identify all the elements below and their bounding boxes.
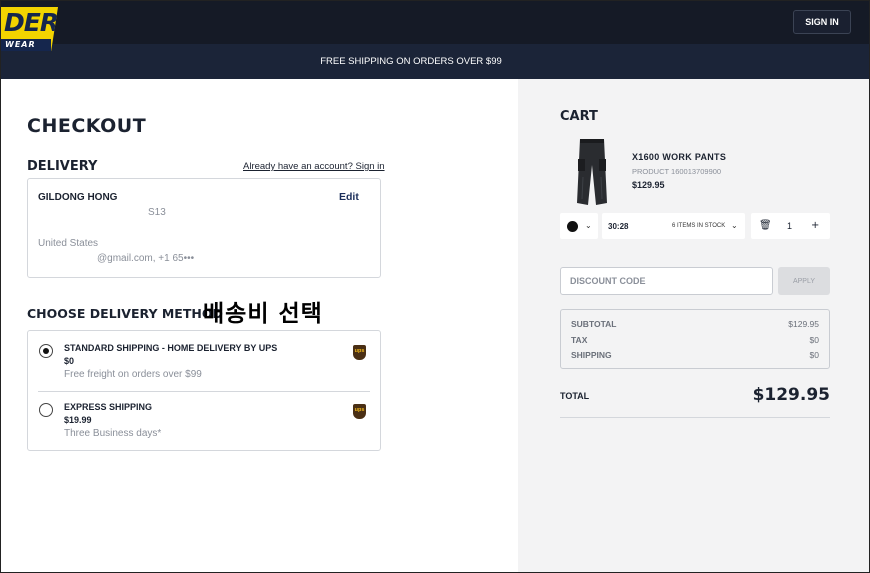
tax-label: TAX <box>571 335 588 345</box>
logo-subbar: WEAR <box>1 39 51 51</box>
address-contact: @gmail.com, +1 65••• <box>97 253 195 264</box>
option-price: $19.99 <box>64 415 92 425</box>
logo-subtext: WEAR <box>5 40 36 49</box>
cart-panel: CART X1600 WORK PANTS PRODUCT 1600137099… <box>518 79 869 572</box>
option-note: Three Business days* <box>64 428 162 439</box>
radio-unselected-icon[interactable] <box>39 403 53 417</box>
subtotal-value: $129.95 <box>788 319 819 329</box>
quantity-value: 1 <box>787 221 793 231</box>
shipping-option-express[interactable]: EXPRESS SHIPPING $19.99 Three Business d… <box>28 392 380 452</box>
product-number: PRODUCT 160013709900 <box>632 167 722 176</box>
product-name: X1600 WORK PANTS <box>632 152 727 162</box>
cart-heading: CART <box>560 109 598 124</box>
sign-in-button[interactable]: SIGN IN <box>793 10 851 34</box>
annotation-text: 배송비 선택 <box>203 301 323 327</box>
subtotal-label: SUBTOTAL <box>571 319 617 329</box>
size-value: 30:28 <box>608 222 629 231</box>
banner-text: FREE SHIPPING ON ORDERS OVER $99 <box>320 56 502 67</box>
address-name: GILDONG HONG <box>38 192 118 203</box>
top-header: SIGN IN <box>1 1 869 44</box>
shipping-value: $0 <box>809 350 819 360</box>
quantity-stepper: 🗑 1 + <box>751 213 830 239</box>
ups-icon <box>353 345 366 360</box>
order-summary: SUBTOTAL $129.95 TAX $0 SHIPPING $0 <box>560 309 830 369</box>
chevron-down-icon: ⌄ <box>731 221 738 230</box>
delivery-address-card: GILDONG HONG Edit S13 United States @gma… <box>27 178 381 278</box>
apply-discount-button[interactable]: APPLY <box>778 267 830 295</box>
brand-logo[interactable]: DER WEAR <box>1 7 58 51</box>
delivery-method-heading: CHOOSE DELIVERY METHOD <box>27 306 223 321</box>
delivery-heading: DELIVERY <box>27 159 98 174</box>
shipping-option-standard[interactable]: STANDARD SHIPPING - HOME DELIVERY BY UPS… <box>28 331 380 391</box>
black-color-swatch-icon <box>567 221 578 232</box>
logo-text: DER <box>4 8 59 37</box>
product-price: $129.95 <box>632 180 665 190</box>
option-title: STANDARD SHIPPING - HOME DELIVERY BY UPS <box>64 343 278 353</box>
discount-code-input[interactable] <box>560 267 773 295</box>
shipping-banner: FREE SHIPPING ON ORDERS OVER $99 <box>1 44 869 79</box>
option-title: EXPRESS SHIPPING <box>64 402 153 412</box>
size-select[interactable]: 30:28 6 ITEMS IN STOCK ⌄ <box>602 213 745 239</box>
radio-selected-icon[interactable] <box>39 344 53 358</box>
sign-in-link[interactable]: Already have an account? Sign in <box>243 161 385 172</box>
total-label: TOTAL <box>560 391 590 401</box>
divider <box>560 417 830 418</box>
ups-icon <box>353 404 366 419</box>
plus-icon[interactable]: + <box>811 220 819 231</box>
option-note: Free freight on orders over $99 <box>64 369 202 380</box>
page-title: CHECKOUT <box>27 115 147 137</box>
option-price: $0 <box>64 356 75 366</box>
color-select[interactable]: ⌄ <box>560 213 598 239</box>
total-value: $129.95 <box>752 385 830 405</box>
address-country: United States <box>38 238 99 249</box>
edit-address-button[interactable]: Edit <box>339 191 359 203</box>
stock-status: 6 ITEMS IN STOCK <box>672 223 726 229</box>
shipping-label: SHIPPING <box>571 350 612 360</box>
address-line: S13 <box>148 207 166 218</box>
product-image <box>577 139 607 205</box>
tax-value: $0 <box>809 335 819 345</box>
checkout-page: SIGN IN DER WEAR FREE SHIPPING ON ORDERS… <box>0 0 870 573</box>
chevron-down-icon: ⌄ <box>585 221 592 230</box>
trash-icon[interactable]: 🗑 <box>759 220 772 231</box>
delivery-method-list: STANDARD SHIPPING - HOME DELIVERY BY UPS… <box>27 330 381 451</box>
